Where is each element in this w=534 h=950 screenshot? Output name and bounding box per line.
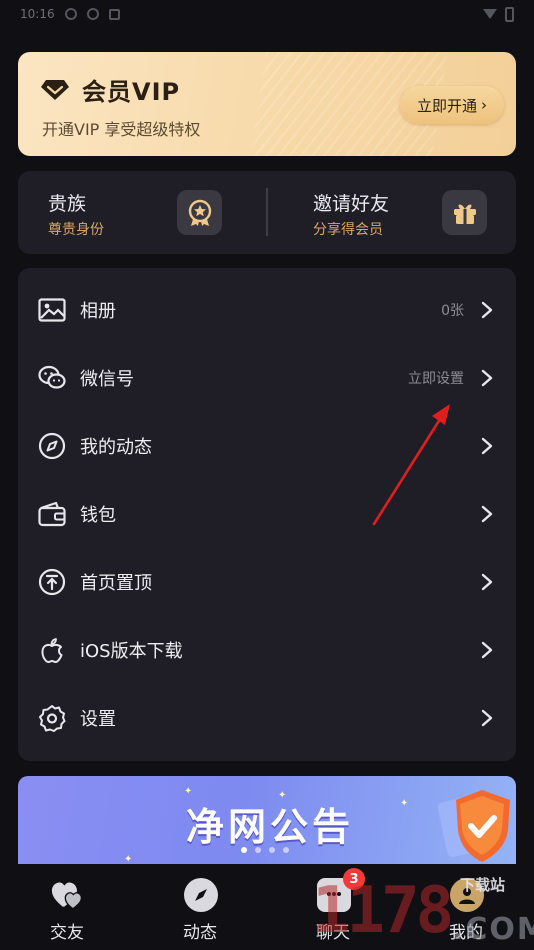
noble-entry[interactable]: 贵族 尊贵身份	[18, 171, 267, 254]
profile-icon	[450, 878, 484, 912]
hearts-icon	[51, 878, 85, 912]
menu-item-value: 0张	[441, 303, 464, 319]
shield-check-icon	[438, 790, 510, 862]
notification-icon	[64, 8, 77, 20]
chevron-right-icon	[481, 301, 493, 319]
wechat-icon	[38, 364, 66, 392]
menu-item-settings[interactable]: 设置	[18, 684, 516, 752]
wallet-icon	[38, 500, 66, 528]
pagination-dot[interactable]	[269, 847, 275, 853]
sparkle-icon: ✦	[400, 798, 409, 809]
app-notification-icon	[108, 8, 120, 20]
noble-subtitle: 尊贵身份	[48, 222, 104, 238]
nav-tab-label: 我的	[449, 923, 483, 943]
pagination-dot[interactable]	[283, 847, 289, 853]
image-icon	[38, 296, 66, 324]
battery-icon	[505, 6, 514, 22]
nav-tab-moments[interactable]: 动态	[160, 864, 240, 950]
menu-list: 相册 0张 微信号 立即设置 我的动态 钱包 首页置顶 iOS版本下载 设置	[18, 268, 516, 761]
menu-item-my-moments[interactable]: 我的动态	[18, 412, 516, 480]
noble-title: 贵族	[48, 193, 87, 215]
status-time: 10:16	[20, 7, 55, 21]
nav-tab-chat[interactable]: 3 聊天	[293, 864, 373, 950]
vip-title-row: 会员VIP	[40, 72, 180, 107]
diamond-icon	[41, 79, 69, 100]
chevron-right-icon	[481, 437, 493, 455]
menu-item-album[interactable]: 相册 0张	[18, 276, 516, 344]
menu-item-value: 立即设置	[408, 371, 464, 387]
wifi-icon	[483, 9, 497, 19]
pin-top-icon	[38, 568, 66, 596]
menu-item-label: 首页置顶	[80, 573, 152, 594]
nav-tab-label: 聊天	[316, 923, 350, 943]
menu-item-ios-download[interactable]: iOS版本下载	[18, 616, 516, 684]
invite-friends-entry[interactable]: 邀请好友 分享得会员	[267, 171, 516, 254]
menu-item-wallet[interactable]: 钱包	[18, 480, 516, 548]
vip-subtitle: 开通VIP 享受超级特权	[42, 120, 201, 139]
chevron-right-icon	[481, 505, 493, 523]
compass-icon	[38, 432, 66, 460]
chevron-right-icon	[481, 573, 493, 591]
noble-badge-icon	[177, 190, 222, 235]
invite-subtitle: 分享得会员	[313, 222, 383, 238]
nav-tab-label: 动态	[183, 923, 217, 943]
gift-icon	[442, 190, 487, 235]
unread-badge: 3	[343, 868, 365, 890]
menu-item-label: 我的动态	[80, 437, 152, 458]
bottom-nav: 交友 动态 3 聊天 我的	[0, 864, 534, 950]
invite-title: 邀请好友	[313, 193, 390, 215]
status-right	[483, 6, 514, 22]
compass-icon	[184, 878, 218, 912]
chevron-right-icon: ›	[481, 96, 487, 114]
sparkle-icon: ✦	[124, 854, 133, 864]
vip-open-button[interactable]: 立即开通 ›	[400, 86, 504, 124]
gear-icon	[38, 704, 66, 732]
vip-title: 会员VIP	[82, 78, 181, 106]
nav-tab-label: 交友	[50, 923, 84, 943]
menu-item-label: 相册	[80, 301, 116, 322]
sync-icon	[86, 8, 99, 20]
pagination-dot[interactable]	[241, 847, 247, 853]
menu-item-label: iOS版本下载	[80, 641, 183, 662]
apple-icon	[38, 636, 66, 664]
menu-item-label: 设置	[80, 709, 116, 730]
chevron-right-icon	[481, 709, 493, 727]
chevron-right-icon	[481, 369, 493, 387]
menu-item-pin-top[interactable]: 首页置顶	[18, 548, 516, 616]
chevron-right-icon	[481, 641, 493, 659]
menu-item-wechat[interactable]: 微信号 立即设置	[18, 344, 516, 412]
pagination-dot[interactable]	[255, 847, 261, 853]
menu-item-label: 微信号	[80, 369, 134, 390]
noble-invite-card: 贵族 尊贵身份 邀请好友 分享得会员	[18, 171, 516, 254]
menu-item-label: 钱包	[80, 505, 116, 526]
status-left: 10:16	[20, 7, 120, 21]
banner-pagination	[241, 847, 289, 853]
vip-open-button-label: 立即开通	[416, 96, 477, 115]
vip-card[interactable]: 会员VIP 开通VIP 享受超级特权 立即开通 ›	[18, 52, 516, 156]
banner-title: 净网公告	[186, 805, 355, 849]
nav-tab-me[interactable]: 我的	[426, 864, 506, 950]
status-bar: 10:16	[0, 0, 534, 28]
nav-tab-friends[interactable]: 交友	[27, 864, 107, 950]
